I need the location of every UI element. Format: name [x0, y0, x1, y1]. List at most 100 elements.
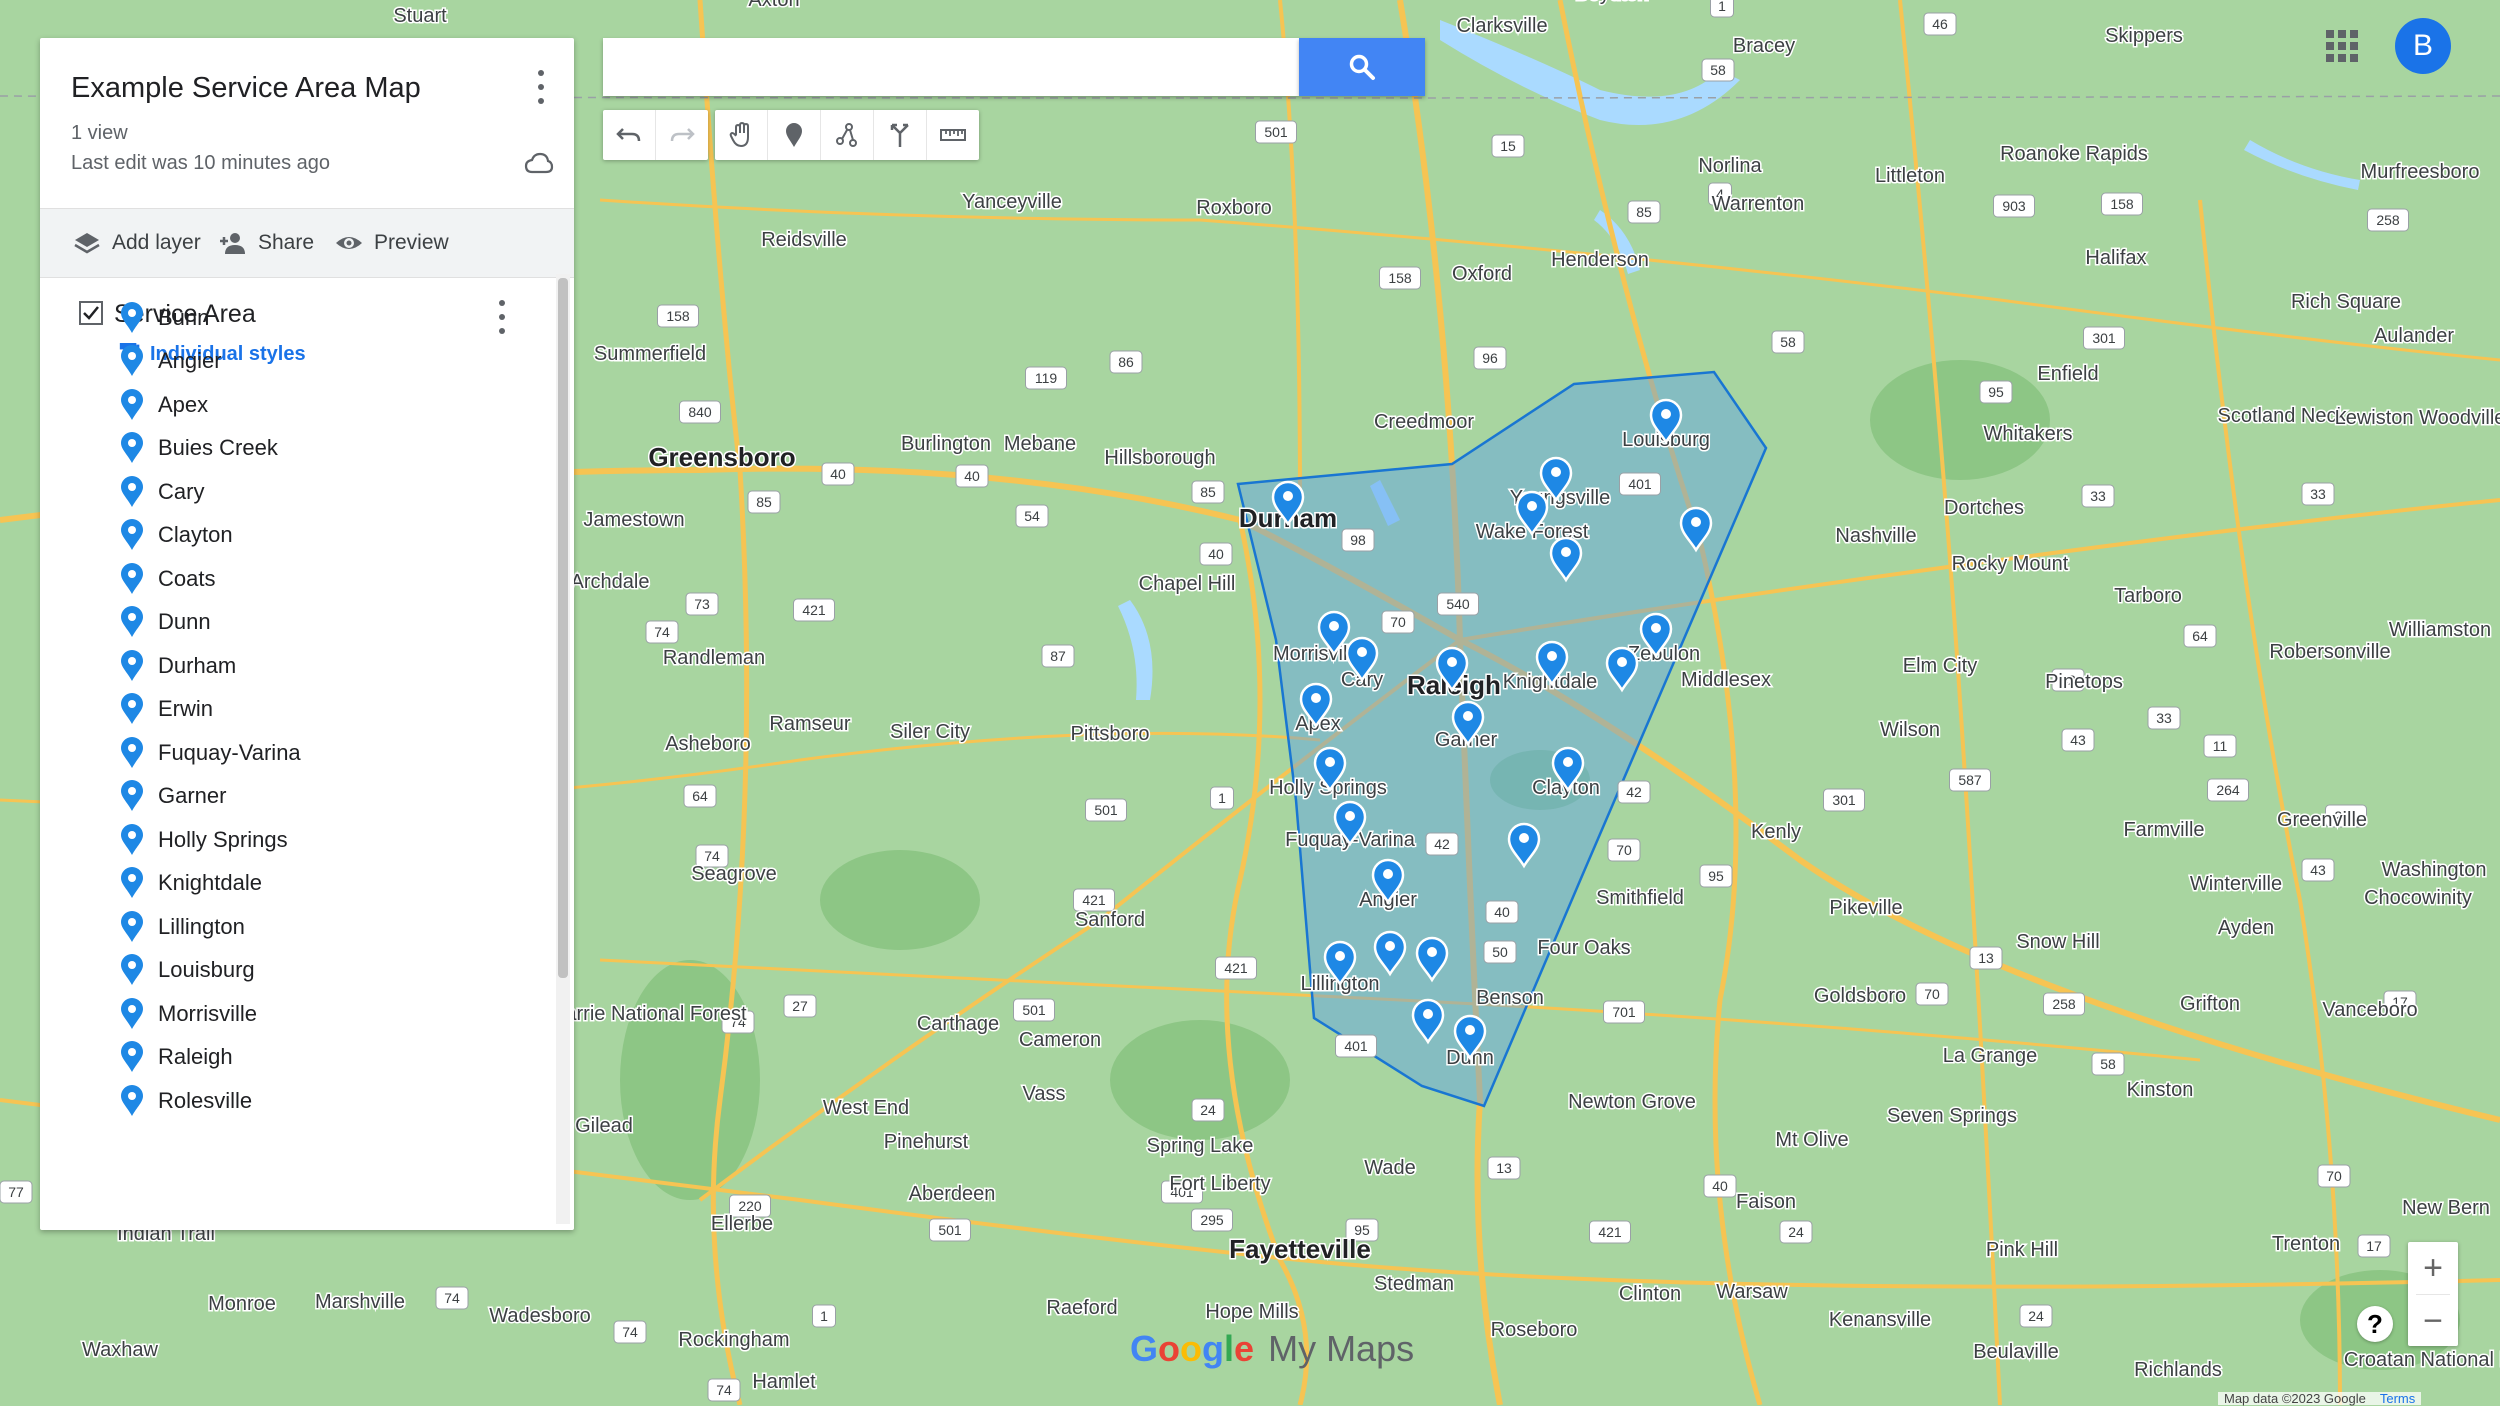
- route-shield: 501: [1255, 120, 1297, 144]
- route-shield: 58: [1701, 58, 1735, 82]
- route-shield: 301: [2083, 326, 2125, 350]
- list-item[interactable]: Angier: [40, 340, 550, 384]
- list-item[interactable]: Clayton: [40, 514, 550, 558]
- route-shield: 540: [1437, 592, 1479, 616]
- marker-icon: [121, 997, 143, 1029]
- list-item[interactable]: Fuquay-Varina: [40, 731, 550, 775]
- svg-text:501: 501: [1264, 124, 1288, 140]
- svg-text:587: 587: [1958, 772, 1982, 788]
- place-label: Oxford: [1452, 263, 1512, 285]
- apps-grid-icon[interactable]: [2326, 30, 2358, 62]
- list-item[interactable]: Durham: [40, 644, 550, 688]
- place-label: Hamlet: [752, 1371, 816, 1393]
- list-item[interactable]: Louisburg: [40, 949, 550, 993]
- svg-text:42: 42: [1626, 784, 1642, 800]
- place-label: Four Oaks: [1537, 937, 1630, 959]
- marker-icon: [121, 301, 143, 333]
- marker-icon: [121, 1084, 143, 1116]
- list-item[interactable]: Buies Creek: [40, 427, 550, 471]
- route-shield: 95: [1699, 864, 1733, 888]
- place-label: Warrenton: [1712, 193, 1805, 215]
- place-label: Hillsborough: [1104, 447, 1215, 469]
- place-label: Ayden: [2218, 917, 2274, 939]
- list-item[interactable]: Holly Springs: [40, 818, 550, 862]
- svg-text:13: 13: [1496, 1160, 1512, 1176]
- svg-text:501: 501: [938, 1222, 962, 1238]
- panel-scrollbar[interactable]: [556, 274, 570, 1224]
- list-item[interactable]: Erwin: [40, 688, 550, 732]
- list-item[interactable]: Apex: [40, 383, 550, 427]
- list-item[interactable]: Rolesville: [40, 1079, 550, 1123]
- svg-text:58: 58: [2100, 1056, 2116, 1072]
- route-shield: 258: [2367, 208, 2409, 232]
- marker-button[interactable]: [768, 110, 821, 160]
- svg-text:11: 11: [2213, 738, 2228, 754]
- route-shield: 421: [1073, 888, 1115, 912]
- zoom-out-button[interactable]: −: [2408, 1295, 2458, 1347]
- list-item[interactable]: Dunn: [40, 601, 550, 645]
- svg-text:85: 85: [1200, 484, 1216, 500]
- route-shield: 421: [1589, 1220, 1631, 1244]
- svg-text:401: 401: [1628, 476, 1652, 492]
- place-label: Burlington: [901, 433, 991, 455]
- svg-text:42: 42: [1434, 836, 1450, 852]
- list-item[interactable]: Morrisville: [40, 992, 550, 1036]
- search-input[interactable]: [603, 38, 1299, 96]
- svg-text:24: 24: [1788, 1224, 1804, 1240]
- map-title[interactable]: Example Service Area Map: [71, 72, 421, 105]
- svg-text:95: 95: [1988, 384, 2004, 400]
- marker-icon: [121, 910, 143, 942]
- place-label: Fort Liberty: [1169, 1173, 1270, 1195]
- zoom-in-button[interactable]: +: [2408, 1242, 2458, 1294]
- terms-link[interactable]: Terms: [2380, 1392, 2415, 1405]
- svg-text:58: 58: [1780, 334, 1796, 350]
- share-button[interactable]: Share: [218, 209, 314, 277]
- list-item-label: Cary: [158, 478, 205, 504]
- svg-text:54: 54: [1024, 508, 1040, 524]
- route-shield: 24: [1779, 1220, 1813, 1244]
- add-layer-button[interactable]: Add layer: [72, 209, 201, 277]
- place-label: Kinston: [2127, 1079, 2194, 1101]
- redo-button[interactable]: [656, 110, 708, 160]
- route-shield: 295: [1191, 1208, 1233, 1232]
- list-item-label: Buies Creek: [158, 435, 278, 461]
- place-label: Pink Hill: [1986, 1239, 2058, 1261]
- undo-button[interactable]: [603, 110, 656, 160]
- list-item[interactable]: Garner: [40, 775, 550, 819]
- list-item-label: Lillington: [158, 913, 245, 939]
- place-label: Waxhaw: [82, 1339, 159, 1361]
- marker-icon: [121, 649, 143, 681]
- place-label: Yanceyville: [962, 191, 1062, 213]
- marker-icon: [121, 475, 143, 507]
- svg-text:70: 70: [1616, 842, 1632, 858]
- search-button[interactable]: [1299, 38, 1425, 96]
- list-item-label: Knightdale: [158, 870, 262, 896]
- svg-text:33: 33: [2156, 710, 2172, 726]
- preview-button[interactable]: Preview: [334, 209, 449, 277]
- list-item[interactable]: Bunn: [40, 296, 550, 340]
- directions-icon: [890, 123, 909, 147]
- map-options-icon[interactable]: [536, 70, 546, 104]
- list-item[interactable]: Lillington: [40, 905, 550, 949]
- place-label: Benson: [1476, 987, 1544, 1009]
- list-item[interactable]: Raleigh: [40, 1036, 550, 1080]
- place-label: Boydton: [1575, 0, 1648, 5]
- list-item[interactable]: Cary: [40, 470, 550, 514]
- svg-text:98: 98: [1350, 532, 1366, 548]
- list-item[interactable]: Coats: [40, 557, 550, 601]
- scrollbar-thumb[interactable]: [558, 278, 568, 978]
- route-shield: 301: [1823, 788, 1865, 812]
- directions-button[interactable]: [874, 110, 927, 160]
- help-button[interactable]: ?: [2357, 1306, 2393, 1342]
- svg-text:50: 50: [1492, 944, 1508, 960]
- place-label: Norlina: [1698, 155, 1762, 177]
- marker-icon: [121, 693, 143, 725]
- draw-line-icon: [836, 123, 857, 147]
- list-item[interactable]: Knightdale: [40, 862, 550, 906]
- draw-line-button[interactable]: [821, 110, 874, 160]
- list-item-label: Erwin: [158, 696, 214, 722]
- pan-button[interactable]: [715, 110, 768, 160]
- ruler-button[interactable]: [927, 110, 979, 160]
- avatar[interactable]: B: [2395, 18, 2451, 74]
- route-shield: 158: [657, 304, 699, 328]
